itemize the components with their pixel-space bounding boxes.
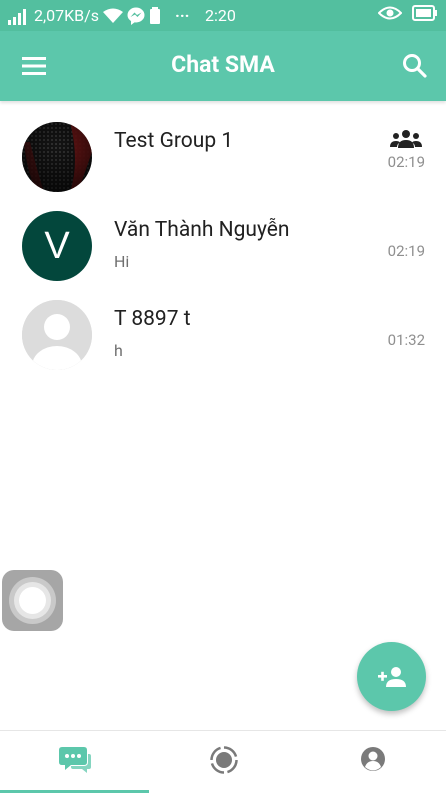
chat-last-message: Hi (114, 252, 130, 271)
chat-time: 01:32 (387, 331, 425, 349)
tab-chats[interactable] (0, 731, 149, 793)
group-icon (390, 129, 422, 149)
chat-list: Test Group 1 02:19 V Văn Thành Nguyễn Hi… (0, 101, 446, 370)
app-screen: 2,07KB/s ··· 2:20 Chat SMA Test Group 1 … (0, 0, 446, 793)
assistive-ring (19, 587, 46, 614)
network-speed: 2,07KB/s (34, 6, 99, 25)
chat-name: T 8897 t (114, 307, 191, 331)
avatar (22, 122, 92, 192)
status-bar: 2,07KB/s ··· 2:20 (0, 0, 446, 31)
bottom-navigation (0, 730, 446, 793)
chat-item-test-group-1[interactable]: Test Group 1 02:19 (0, 101, 446, 192)
tab-profile[interactable] (298, 731, 446, 793)
chat-time: 02:19 (387, 242, 425, 260)
avatar (22, 300, 92, 370)
avatar-initial: V (22, 211, 92, 281)
avatar: V (22, 211, 92, 281)
add-person-icon (377, 666, 406, 687)
tab-stories[interactable] (149, 731, 298, 793)
chat-last-message: h (114, 341, 123, 360)
battery-icon (412, 5, 438, 21)
search-icon (403, 54, 427, 78)
eye-icon (378, 5, 402, 21)
default-avatar-icon (22, 300, 92, 370)
signal-icon (8, 7, 30, 25)
chat-name: Test Group 1 (114, 129, 234, 153)
messenger-icon (127, 7, 145, 25)
chat-item-van-thanh-nguyen[interactable]: V Văn Thành Nguyễn Hi 02:19 (0, 190, 446, 281)
battery-small-icon (149, 6, 161, 25)
chat-bubbles-icon (58, 747, 91, 773)
profile-icon (360, 747, 385, 771)
chat-time: 02:19 (387, 153, 425, 171)
add-contact-button[interactable] (357, 642, 426, 711)
chat-item-t-8897-t[interactable]: T 8897 t h 01:32 (0, 279, 446, 370)
wifi-icon (103, 8, 123, 24)
page-title: Chat SMA (171, 51, 275, 78)
chat-name: Văn Thành Nguyễn (114, 218, 290, 242)
search-button[interactable] (400, 51, 430, 81)
story-circle-icon (209, 746, 238, 774)
status-time: 2:20 (205, 6, 236, 25)
app-bar: Chat SMA (0, 31, 446, 101)
status-dots: ··· (175, 6, 190, 25)
assistive-touch-button[interactable] (2, 570, 63, 631)
group-photo-image (22, 122, 92, 192)
